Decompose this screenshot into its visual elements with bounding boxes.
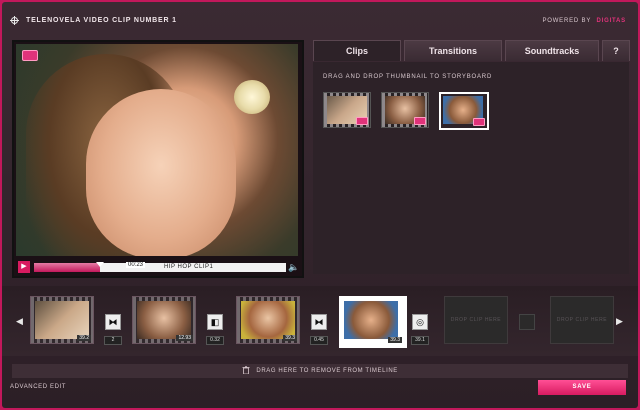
- transition-duration: 0.32: [206, 336, 224, 345]
- tab-soundtracks[interactable]: Soundtracks: [505, 40, 599, 61]
- timeline-clip-3[interactable]: 39.3: [236, 296, 300, 344]
- clip-name: HIP HOP CLIP1: [164, 264, 214, 270]
- target-transition-icon: ◎: [416, 316, 424, 327]
- storyboard-timeline: ◀ 39.2 ⧓ 2 12.93 ◧ 0.32 39.3 ⧓ 0.45 39.3…: [2, 286, 638, 356]
- player-controls: ▶ 00:23 HIP HOP CLIP1 🔈: [16, 260, 300, 274]
- crosshair-icon: [10, 16, 19, 25]
- transition-duration: 2: [104, 336, 122, 345]
- bowtie-transition-icon: ⧓: [314, 316, 324, 327]
- timeline-clip-1[interactable]: 39.2: [30, 296, 94, 344]
- library-hint: DRAG AND DROP THUMBNAIL TO STORYBOARD: [323, 74, 493, 80]
- scroll-right-arrow-icon[interactable]: ▶: [616, 316, 623, 327]
- title-bar: TELENOVELA VIDEO CLIP NUMBER 1 POWERED B…: [2, 2, 638, 38]
- clip-duration: 39.3: [388, 337, 402, 343]
- timecode: 00:23: [126, 262, 146, 268]
- timeline-clip-3-image: [241, 301, 295, 339]
- video-image-face: [86, 89, 236, 256]
- tab-transitions[interactable]: Transitions: [404, 40, 502, 61]
- timeline-clip-4[interactable]: 39.3: [339, 296, 407, 348]
- timeline-transition-3[interactable]: ⧓: [311, 314, 327, 330]
- library-clip-2[interactable]: [381, 92, 429, 128]
- window-title: TELENOVELA VIDEO CLIP NUMBER 1: [26, 17, 177, 24]
- timeline-empty-slot-2[interactable]: DROP CLIP HERE: [550, 296, 614, 344]
- progress-bar[interactable]: 00:23 HIP HOP CLIP1: [34, 262, 286, 272]
- app-window: TELENOVELA VIDEO CLIP NUMBER 1 POWERED B…: [2, 2, 638, 408]
- library-clip-3[interactable]: [439, 92, 489, 130]
- timeline-transition-2[interactable]: ◧: [207, 314, 223, 330]
- transition-duration: 0.45: [310, 336, 328, 345]
- timeline-transition-4[interactable]: ◎: [412, 314, 428, 330]
- timeline-clip-1-image: [35, 301, 89, 339]
- video-image-flower: [234, 80, 270, 114]
- progress-fill: [34, 263, 100, 272]
- clip-duration: 12.93: [176, 335, 193, 341]
- play-button[interactable]: ▶: [18, 261, 30, 273]
- timeline-transition-1[interactable]: ⧓: [105, 314, 121, 330]
- transition-duration: 39.1: [411, 336, 429, 345]
- bowtie-transition-icon: ⧓: [108, 316, 118, 327]
- empty-slot-label: DROP CLIP HERE: [556, 317, 608, 323]
- wipe-transition-icon: ◧: [210, 316, 220, 327]
- clip-tag-icon: [356, 117, 368, 125]
- tab-clips[interactable]: Clips: [313, 40, 401, 61]
- timeline-empty-transition[interactable]: [519, 314, 535, 330]
- clip-tag-icon: [414, 117, 426, 125]
- clips-panel: DRAG AND DROP THUMBNAIL TO STORYBOARD: [313, 62, 629, 274]
- scroll-left-arrow-icon[interactable]: ◀: [16, 316, 23, 327]
- drop-hint: DRAG HERE TO REMOVE FROM TIMELINE: [256, 368, 398, 374]
- empty-slot-label: DROP CLIP HERE: [450, 317, 502, 323]
- library-tabs: Clips Transitions Soundtracks ?: [313, 40, 630, 62]
- timeline-clip-4-image: [344, 301, 398, 339]
- timeline-clip-2-image: [137, 301, 191, 339]
- powered-by-brand[interactable]: DIGITAS: [597, 18, 627, 24]
- powered-by-label: POWERED BY: [542, 18, 592, 24]
- clip-duration: 39.3: [283, 335, 297, 341]
- video-frame[interactable]: [16, 44, 298, 256]
- trash-icon: [242, 366, 250, 375]
- video-player: ▶ 00:23 HIP HOP CLIP1 🔈: [12, 40, 304, 278]
- volume-icon[interactable]: 🔈: [288, 261, 300, 273]
- timeline-clip-2[interactable]: 12.93: [132, 296, 196, 344]
- clip-duration: 39.2: [77, 335, 91, 341]
- remove-drop-zone[interactable]: DRAG HERE TO REMOVE FROM TIMELINE: [12, 364, 628, 378]
- powered-by: POWERED BY DIGITAS: [542, 18, 626, 24]
- video-badge-icon: [22, 50, 38, 61]
- media-library: Clips Transitions Soundtracks ? DRAG AND…: [313, 40, 630, 274]
- save-button[interactable]: SAVE: [538, 380, 626, 395]
- help-button[interactable]: ?: [602, 40, 630, 61]
- clip-tag-icon: [473, 118, 485, 126]
- progress-handle[interactable]: [95, 262, 104, 267]
- advanced-edit-link[interactable]: ADVANCED EDIT: [10, 384, 66, 390]
- timeline-empty-slot-1[interactable]: DROP CLIP HERE: [444, 296, 508, 344]
- library-clip-1[interactable]: [323, 92, 371, 128]
